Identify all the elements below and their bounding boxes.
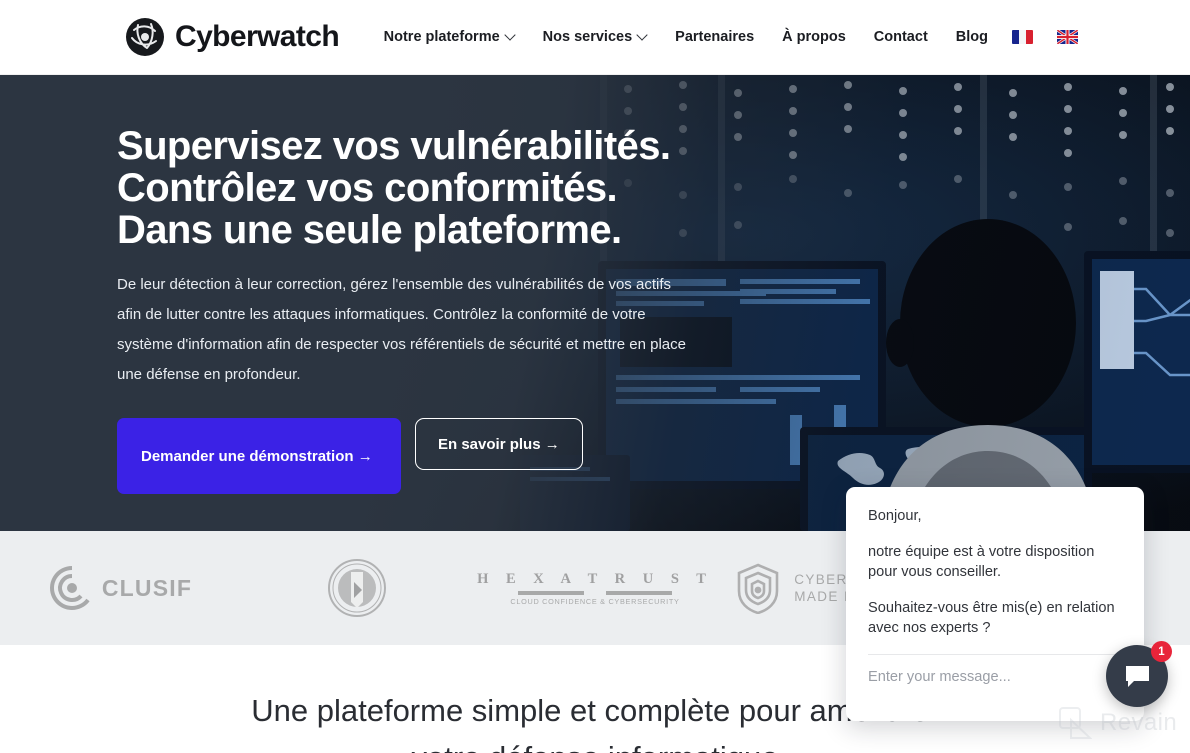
revain-logo-icon — [1059, 707, 1092, 739]
partner-logo-clusif: CLUSIF — [0, 562, 238, 614]
hero-paragraph: De leur détection à leur correction, gér… — [117, 276, 686, 383]
nav-item-notre-plateforme[interactable]: Notre plateforme — [384, 29, 515, 45]
chat-message: notre équipe est à votre disposition pou… — [868, 544, 1095, 580]
nav-label: Contact — [873, 29, 928, 45]
clusif-label: CLUSIF — [101, 574, 193, 601]
chat-bubble-icon — [1125, 665, 1149, 687]
chevron-down-icon — [506, 31, 515, 40]
flag-france-icon[interactable] — [1012, 30, 1033, 44]
hero-section: Supervisez vos vulnérabilités. Contrôlez… — [0, 75, 1190, 531]
hexatrust-rules — [477, 590, 713, 595]
chat-message-input[interactable] — [846, 655, 1144, 685]
chat-unread-badge: 1 — [1151, 641, 1172, 662]
brand-name: Cyberwatch — [175, 20, 340, 53]
site-header: Cyberwatch Notre plateforme Nos services… — [0, 0, 1190, 75]
hero-title-line-3: Dans une seule plateforme. — [117, 208, 622, 252]
flag-uk-icon[interactable] — [1057, 30, 1078, 44]
nav-label: Blog — [955, 29, 988, 45]
nav-item-nos-services[interactable]: Nos services — [543, 29, 647, 45]
partner-logo-armees — [238, 558, 476, 618]
chat-widget-panel: Bonjour, notre équipe est à votre dispos… — [846, 487, 1144, 721]
nav-label: Nos services — [542, 29, 633, 45]
chat-greeting: Bonjour, — [868, 508, 922, 524]
request-demo-button[interactable]: Demander une démonstration → — [117, 418, 401, 494]
hero-title-line-1: Supervisez vos vulnérabilités. — [117, 124, 671, 168]
chat-question: Souhaitez-vous être mis(e) en relation a… — [868, 600, 1115, 636]
nav-label: Notre plateforme — [383, 29, 500, 45]
hero-cta-group: Demander une démonstration → En savoir p… — [117, 418, 757, 494]
clusif-spiral-icon — [49, 566, 90, 610]
nav-label: À propos — [782, 29, 846, 45]
hexatrust-tagline: CLOUD CONFIDENCE & CYBERSECURITY — [510, 596, 680, 606]
page-root: Cyberwatch Notre plateforme Nos services… — [0, 0, 1190, 753]
armees-francaises-seal-icon — [328, 559, 386, 617]
cybersecurity-europe-shield-icon — [737, 563, 779, 614]
hero-content: Supervisez vos vulnérabilités. Contrôlez… — [117, 125, 757, 494]
nav-label: Partenaires — [675, 29, 755, 45]
hexatrust-label: H E X A T R U S T — [477, 570, 713, 587]
partner-logo-hexatrust: H E X A T R U S T CLOUD CONFIDENCE & CYB… — [476, 571, 714, 606]
nav-item-a-propos[interactable]: À propos — [782, 29, 846, 45]
chevron-down-icon — [638, 31, 647, 40]
revain-watermark-text: Revain — [1100, 709, 1178, 736]
hero-title-line-2: Contrôlez vos conformités. — [117, 166, 618, 210]
revain-watermark: Revain — [1058, 706, 1177, 740]
chat-toggle-button[interactable]: 1 — [1106, 641, 1172, 707]
nav-item-contact[interactable]: Contact — [874, 29, 928, 45]
chat-messages: Bonjour, notre équipe est à votre dispos… — [846, 487, 1144, 638]
main-navigation: Notre plateforme Nos services Partenaire… — [384, 29, 1078, 45]
learn-more-button[interactable]: En savoir plus → — [415, 418, 583, 470]
brand-logo[interactable]: Cyberwatch — [124, 16, 340, 58]
cyberwatch-globe-logo-icon — [126, 18, 164, 56]
nav-item-partenaires[interactable]: Partenaires — [675, 29, 754, 45]
nav-item-blog[interactable]: Blog — [956, 29, 988, 45]
hero-title: Supervisez vos vulnérabilités. Contrôlez… — [117, 125, 757, 251]
